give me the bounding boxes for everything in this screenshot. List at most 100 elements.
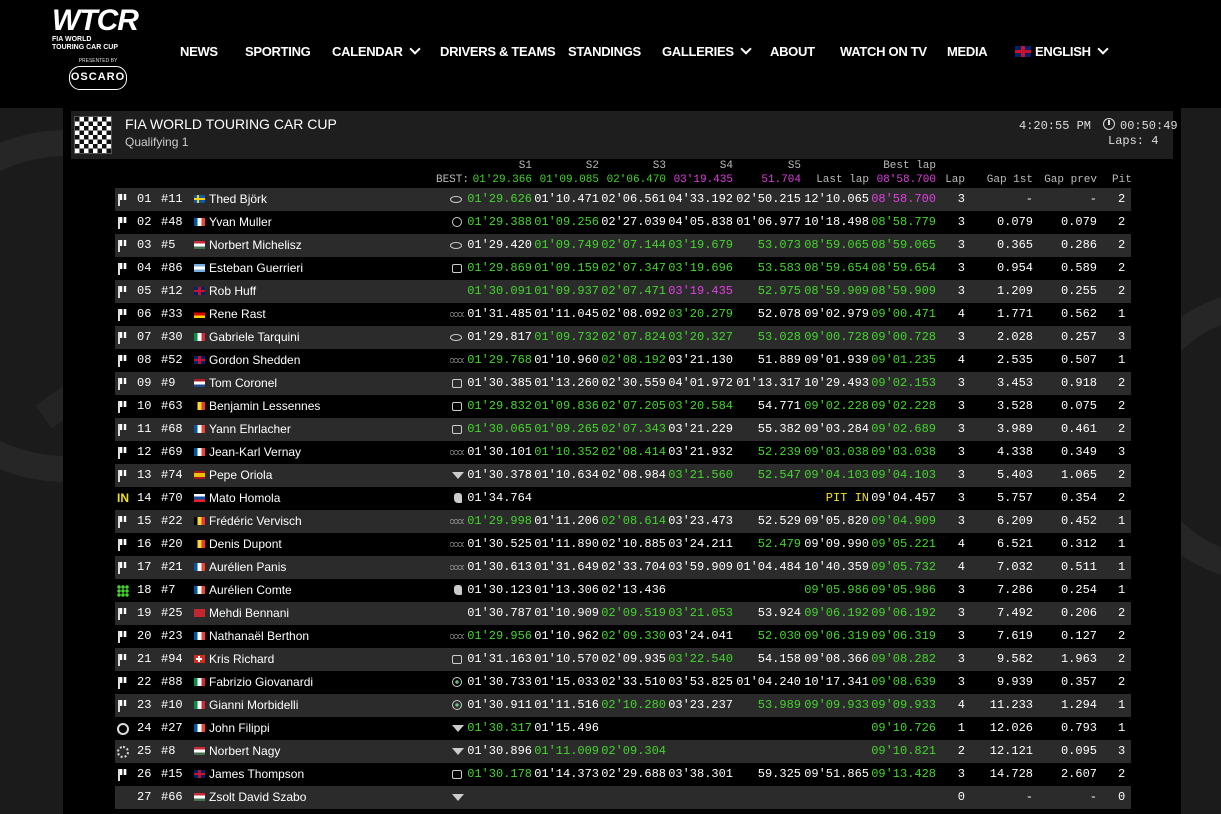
table-row[interactable]: Nathanaël Berthon 20 #23 01'29.956 01'10.962… (115, 625, 1131, 648)
driver-name[interactable]: Gordon Shedden (209, 349, 300, 372)
chevron-down-icon (740, 43, 752, 55)
sponsor-logo: OSCARO (69, 66, 127, 90)
driver-name[interactable]: Mehdi Bennani (209, 602, 289, 625)
driver-name[interactable]: Yann Ehrlacher (209, 418, 291, 441)
table-row[interactable]: Gianni Morbidelli 23 #10 01'30.911 01'11.516… (115, 694, 1131, 717)
table-row[interactable]: Yvan Muller 02 #48 01'29.388 01'09.256 02'27.… (115, 211, 1131, 234)
driver-name[interactable]: Norbert Michelisz (209, 234, 302, 257)
lap-count: 3 (957, 238, 965, 252)
flag-icon (117, 516, 129, 528)
table-row[interactable]: Norbert Nagy 25 #8 01'30.896 01'11.009 02'09.… (115, 740, 1131, 763)
table-row[interactable]: Yann Ehrlacher 11 #68 01'30.065 01'09.265 02'… (115, 418, 1131, 441)
clock-icon (1103, 118, 1115, 130)
nav-news[interactable]: NEWS (180, 44, 218, 59)
nav-galleries[interactable]: GALLERIES (662, 43, 752, 59)
driver-name[interactable]: James Thompson (209, 763, 304, 786)
table-row[interactable]: Mehdi Bennani 19 #25 01'30.787 01'10.909 02'0… (115, 602, 1131, 625)
nav-calendar[interactable]: CALENDAR (332, 43, 421, 59)
best-s5: 51.704 (761, 174, 801, 186)
car-number: #10 (161, 698, 183, 712)
driver-name[interactable]: Jean-Karl Vernay (209, 441, 301, 464)
car-number: #25 (161, 606, 183, 620)
sector-1: 01'30.317 (467, 721, 532, 735)
gap-1st: 3.989 (996, 422, 1033, 436)
table-row[interactable]: Gabriele Tarquini 07 #30 01'29.817 01'09.732… (115, 326, 1131, 349)
driver-name[interactable]: Kris Richard (209, 648, 274, 671)
driver-name[interactable]: Tom Coronel (209, 372, 277, 395)
sector-4: 03'21.560 (668, 468, 733, 482)
table-row[interactable]: Denis Dupont 16 #20 01'30.525 01'11.890 02'10… (115, 533, 1131, 556)
table-row[interactable]: Aurélien Comte 18 #7 01'30.123 01'13.306 02'1… (115, 579, 1131, 602)
sector-3: 02'07.824 (601, 330, 666, 344)
driver-name[interactable]: Zsolt David Szabo (209, 786, 306, 809)
position: 05 (137, 284, 152, 298)
country-flag-icon (194, 770, 205, 778)
table-row[interactable]: Aurélien Panis 17 #21 01'30.613 01'31.649 02'… (115, 556, 1131, 579)
sector-1: 01'30.787 (467, 606, 532, 620)
wtcr-logo[interactable]: WTCR FIA WORLD TOURING CAR CUP PRESENTED… (52, 6, 144, 102)
driver-name[interactable]: Fabrizio Giovanardi (209, 671, 313, 694)
table-row[interactable]: Rene Rast 06 #33 01'31.485 01'11.045 02'08.09… (115, 303, 1131, 326)
table-row[interactable]: Thed Björk 01 #11 01'29.626 01'10.471 02'06.5… (115, 188, 1131, 211)
nav-about[interactable]: ABOUT (770, 44, 815, 59)
sector-3: 02'27.039 (601, 215, 666, 229)
driver-name[interactable]: Mato Homola (209, 487, 280, 510)
country-flag-icon (194, 540, 205, 548)
language-selector[interactable]: ENGLISH (1015, 43, 1109, 59)
country-flag-icon (194, 793, 205, 801)
sector-1: 01'29.869 (467, 261, 532, 275)
driver-name[interactable]: Aurélien Comte (209, 579, 292, 602)
table-row[interactable]: Norbert Michelisz 03 #5 01'29.420 01'09.749 0… (115, 234, 1131, 257)
table-row[interactable]: Benjamin Lessennes 10 #63 01'29.832 01'09.83… (115, 395, 1131, 418)
table-row[interactable]: Tom Coronel 09 #9 01'30.385 01'13.260 02'30.5… (115, 372, 1131, 395)
driver-name[interactable]: Gabriele Tarquini (209, 326, 300, 349)
lap-count: 3 (957, 514, 965, 528)
sector-1: 01'29.956 (467, 629, 532, 643)
sector-4: 03'19.679 (668, 238, 733, 252)
table-row[interactable]: Esteban Guerrieri 04 #86 01'29.869 01'09.159… (115, 257, 1131, 280)
driver-name[interactable]: Rob Huff (209, 280, 256, 303)
table-row[interactable]: Kris Richard 21 #94 01'31.163 01'10.570 02'09… (115, 648, 1131, 671)
gap-prev: 0.357 (1060, 675, 1097, 689)
driver-name[interactable]: Denis Dupont (209, 533, 282, 556)
driver-name[interactable]: Pepe Oriola (209, 464, 272, 487)
table-row[interactable]: Jean-Karl Vernay 12 #69 01'30.101 01'10.352 0… (115, 441, 1131, 464)
best-lap: 09'05.986 (871, 583, 936, 597)
driver-name[interactable]: Aurélien Panis (209, 556, 286, 579)
nav-standings[interactable]: STANDINGS (568, 44, 641, 59)
table-row[interactable]: Pepe Oriola 13 #74 01'30.378 01'10.634 02'08.… (115, 464, 1131, 487)
table-row[interactable]: Gordon Shedden 08 #52 01'29.768 01'10.960 02'… (115, 349, 1131, 372)
driver-name[interactable]: Esteban Guerrieri (209, 257, 303, 280)
driver-name[interactable]: Thed Björk (209, 188, 267, 211)
sector-2: 01'11.516 (534, 698, 599, 712)
best-lap: 08'58.779 (871, 215, 936, 229)
table-row[interactable]: Zsolt David Szabo 27 #66 0 - - 0 (115, 786, 1131, 809)
table-row[interactable]: Fabrizio Giovanardi 22 #88 01'30.733 01'15.0… (115, 671, 1131, 694)
gap-1st: 1.771 (996, 307, 1033, 321)
last-lap: 09'03.038 (804, 445, 869, 459)
nav-drivers-teams[interactable]: DRIVERS & TEAMS (440, 44, 556, 59)
table-row[interactable]: John Filippi 24 #27 01'30.317 01'15.496 09'10… (115, 717, 1131, 740)
nav-media[interactable]: MEDIA (947, 44, 988, 59)
pit-count: 1 (1118, 721, 1126, 735)
driver-name[interactable]: Gianni Morbidelli (209, 694, 298, 717)
table-row[interactable]: James Thompson 26 #15 01'30.178 01'14.373 02'… (115, 763, 1131, 786)
driver-name[interactable]: Frédéric Vervisch (209, 510, 302, 533)
driver-name[interactable]: Rene Rast (209, 303, 266, 326)
last-lap: 08'59.654 (804, 261, 869, 275)
driver-name[interactable]: Norbert Nagy (209, 740, 280, 763)
sector-5: 55.382 (757, 422, 801, 436)
country-flag-icon (194, 379, 205, 387)
nav-sporting[interactable]: SPORTING (245, 44, 311, 59)
table-row[interactable]: Frédéric Vervisch 15 #22 01'29.998 01'11.206… (115, 510, 1131, 533)
driver-name[interactable]: Yvan Muller (209, 211, 272, 234)
table-row[interactable]: IN Mato Homola 14 #70 01'34.764 PIT IN 09'04.4… (115, 487, 1131, 510)
table-row[interactable]: Rob Huff 05 #12 01'30.091 01'09.937 02'07.471… (115, 280, 1131, 303)
flag-icon (117, 562, 129, 574)
best-best-lap: 08'58.700 (876, 174, 936, 186)
driver-name[interactable]: Nathanaël Berthon (209, 625, 309, 648)
nav-watch-on-tv[interactable]: WATCH ON TV (840, 44, 927, 59)
driver-name[interactable]: John Filippi (209, 717, 270, 740)
pit-count: 2 (1118, 215, 1126, 229)
driver-name[interactable]: Benjamin Lessennes (209, 395, 320, 418)
